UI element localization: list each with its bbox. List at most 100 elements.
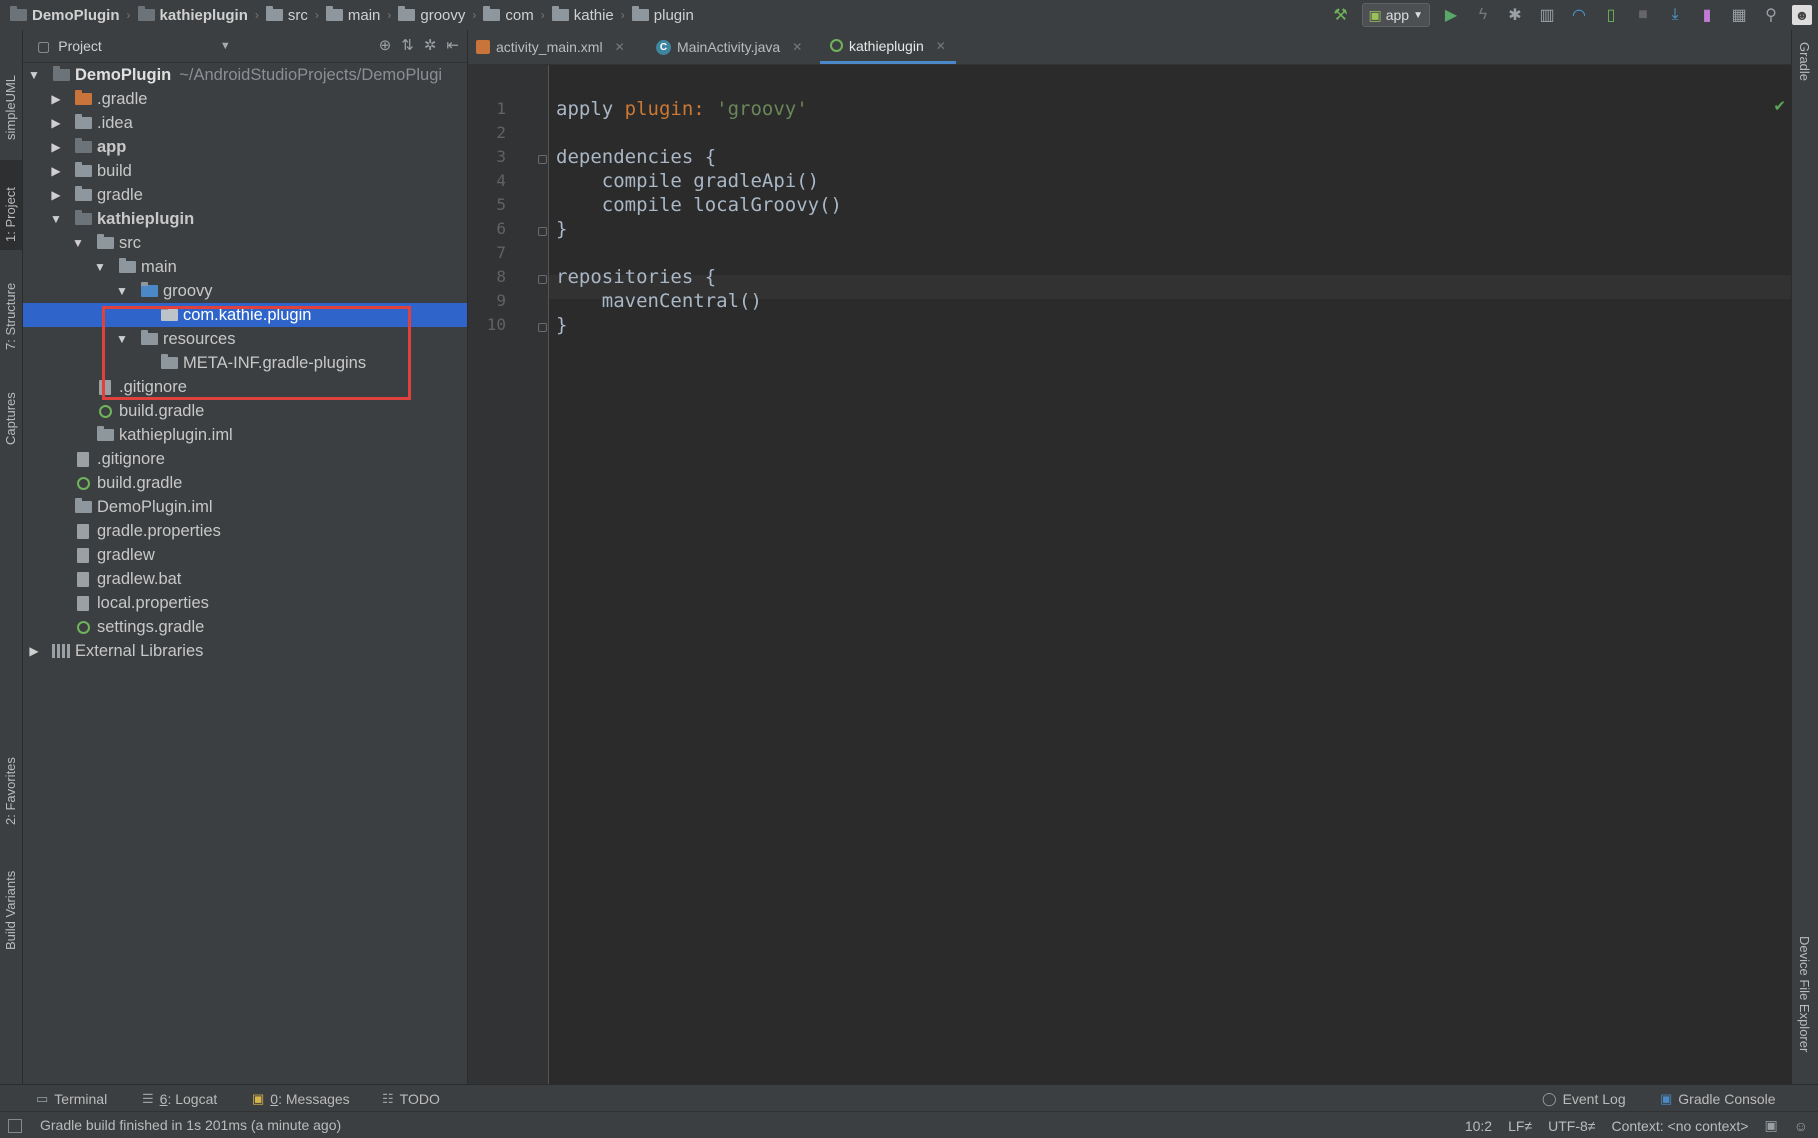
- project-structure-icon[interactable]: ▦: [1728, 4, 1750, 26]
- status-message[interactable]: Gradle build finished in 1s 201ms (a min…: [40, 1112, 341, 1138]
- close-icon[interactable]: ✕: [615, 40, 625, 54]
- avd-manager-icon[interactable]: ▮: [1696, 4, 1718, 26]
- file-encoding[interactable]: UTF-8≠: [1548, 1118, 1595, 1134]
- tab-activity-main-xml[interactable]: activity_main.xml ✕: [476, 30, 625, 64]
- tab-project[interactable]: 1: Project: [0, 160, 22, 250]
- coverage-icon[interactable]: ▯: [1600, 4, 1622, 26]
- tab-gradle[interactable]: Gradle: [1797, 42, 1812, 81]
- tree-item[interactable]: ▶ External Libraries: [23, 639, 467, 663]
- breadcrumb-item[interactable]: kathie: [551, 6, 614, 24]
- profile-icon[interactable]: ▥: [1536, 4, 1558, 26]
- avatar[interactable]: ☻: [1792, 5, 1812, 25]
- expand-arrow-icon[interactable]: ▼: [93, 260, 107, 274]
- run-config-select[interactable]: ▣ app ▼: [1361, 3, 1430, 27]
- collapse-arrow-icon[interactable]: ▶: [49, 116, 63, 130]
- button-label: Terminal: [54, 1090, 108, 1107]
- tree-item[interactable]: ▶ gradle: [23, 183, 467, 207]
- tree-item-label: build.gradle: [97, 473, 183, 492]
- tree-item[interactable]: kathieplugin.iml: [23, 423, 467, 447]
- tree-item[interactable]: ▶ build: [23, 159, 467, 183]
- breadcrumb-item[interactable]: com: [483, 6, 534, 24]
- collapse-arrow-icon[interactable]: ▶: [49, 188, 63, 202]
- tree-item[interactable]: ▼ main: [23, 255, 467, 279]
- line-separator[interactable]: LF≠: [1508, 1118, 1532, 1134]
- tree-item[interactable]: gradle.properties: [23, 519, 467, 543]
- tab-build-variants[interactable]: Build Variants: [0, 850, 22, 960]
- expand-arrow-icon[interactable]: ▼: [71, 236, 85, 250]
- tree-item-label: gradle.properties: [97, 521, 221, 540]
- tab-simpleuml[interactable]: simpleUML: [0, 40, 22, 150]
- caret-position[interactable]: 10:2: [1465, 1118, 1492, 1134]
- code-token-string: 'groovy': [716, 98, 808, 120]
- sdk-manager-icon[interactable]: ⤓: [1664, 4, 1686, 26]
- expand-arrow-icon[interactable]: ▼: [27, 68, 41, 82]
- attach-debugger-icon[interactable]: ◠: [1568, 4, 1590, 26]
- tab-device-file-explorer[interactable]: Device File Explorer: [1797, 936, 1812, 1052]
- inspector-icon[interactable]: ☺: [1794, 1118, 1808, 1134]
- terminal-button[interactable]: ▭ Terminal: [36, 1085, 107, 1112]
- tab-structure[interactable]: 7: Structure: [0, 260, 22, 355]
- inspection-ok-icon[interactable]: ✔: [1773, 97, 1786, 115]
- hide-icon[interactable]: ⇤: [446, 36, 459, 54]
- search-icon[interactable]: ⚲: [1760, 4, 1782, 26]
- breadcrumb-item[interactable]: DemoPlugin: [10, 6, 120, 24]
- tree-item[interactable]: gradlew: [23, 543, 467, 567]
- collapse-all-icon[interactable]: ⇅: [401, 36, 414, 54]
- collapse-arrow-icon[interactable]: ▶: [27, 644, 41, 658]
- code-editor[interactable]: 1 2 3 4 5 6 7 8 9 10 apply plugin: 'groo…: [468, 65, 1792, 1084]
- gradle-console-button[interactable]: ▣ Gradle Console: [1660, 1085, 1776, 1112]
- close-icon[interactable]: ✕: [936, 39, 946, 53]
- tool-windows-toggle-icon[interactable]: [8, 1119, 22, 1133]
- breadcrumb-item[interactable]: kathieplugin: [137, 6, 248, 24]
- fold-marker-icon[interactable]: [538, 227, 547, 236]
- tree-item[interactable]: ▼ groovy: [23, 279, 467, 303]
- line-number: 2: [496, 123, 506, 142]
- tree-item[interactable]: ▶ .gradle: [23, 87, 467, 111]
- event-log-button[interactable]: ◯ Event Log: [1542, 1085, 1626, 1112]
- tab-mainactivity-java[interactable]: C MainActivity.java ✕: [656, 30, 802, 64]
- messages-button[interactable]: ▣ 0: Messages: [252, 1085, 350, 1112]
- tree-item-root[interactable]: ▼ DemoPlugin ~/AndroidStudioProjects/DemoP…: [23, 63, 467, 87]
- chevron-down-icon[interactable]: ▼: [220, 40, 231, 52]
- breadcrumb-item[interactable]: groovy: [398, 6, 465, 24]
- tree-item[interactable]: build.gradle: [23, 399, 467, 423]
- tree-item[interactable]: local.properties: [23, 591, 467, 615]
- fold-marker-icon[interactable]: [538, 323, 547, 332]
- breadcrumb-item[interactable]: src: [265, 6, 308, 24]
- expand-arrow-icon[interactable]: ▼: [49, 212, 63, 226]
- collapse-arrow-icon[interactable]: ▶: [49, 164, 63, 178]
- tab-kathieplugin[interactable]: kathieplugin ✕: [820, 30, 956, 64]
- context-indicator[interactable]: Context: <no context>: [1611, 1118, 1748, 1134]
- lock-icon[interactable]: ▣: [1764, 1117, 1777, 1134]
- close-icon[interactable]: ✕: [792, 40, 802, 54]
- tree-item[interactable]: settings.gradle: [23, 615, 467, 639]
- debug-icon[interactable]: ✱: [1504, 4, 1526, 26]
- tab-captures[interactable]: Captures: [0, 365, 22, 450]
- collapse-arrow-icon[interactable]: ▶: [49, 140, 63, 154]
- hammer-icon[interactable]: ⚒: [1330, 4, 1352, 26]
- run-icon[interactable]: ▶: [1440, 4, 1462, 26]
- gear-icon[interactable]: ✲: [424, 36, 437, 54]
- locate-icon[interactable]: ⊕: [379, 36, 392, 54]
- tree-item[interactable]: DemoPlugin.iml: [23, 495, 467, 519]
- breadcrumb-item[interactable]: main: [325, 6, 380, 24]
- logcat-button[interactable]: ☰ 6: Logcat: [142, 1085, 217, 1112]
- code-line: compile gradleApi(): [556, 170, 820, 192]
- tree-item[interactable]: .gitignore: [23, 447, 467, 471]
- collapse-arrow-icon[interactable]: ▶: [49, 92, 63, 106]
- tree-item[interactable]: ▼ src: [23, 231, 467, 255]
- tree-item[interactable]: gradlew.bat: [23, 567, 467, 591]
- fold-marker-icon[interactable]: [538, 275, 547, 284]
- fold-marker-icon[interactable]: [538, 155, 547, 164]
- apply-changes-icon[interactable]: ϟ: [1472, 4, 1494, 26]
- todo-button[interactable]: ☷ TODO: [382, 1085, 440, 1112]
- project-view-select[interactable]: Project: [58, 38, 102, 54]
- tree-item[interactable]: build.gradle: [23, 471, 467, 495]
- breadcrumb-item[interactable]: plugin: [631, 6, 694, 24]
- tab-favorites[interactable]: 2: Favorites: [0, 730, 22, 830]
- tree-item[interactable]: ▶ .idea: [23, 111, 467, 135]
- expand-arrow-icon[interactable]: ▼: [115, 284, 129, 298]
- tree-item[interactable]: ▼ kathieplugin: [23, 207, 467, 231]
- stop-icon[interactable]: ■: [1632, 4, 1654, 26]
- tree-item[interactable]: ▶ app: [23, 135, 467, 159]
